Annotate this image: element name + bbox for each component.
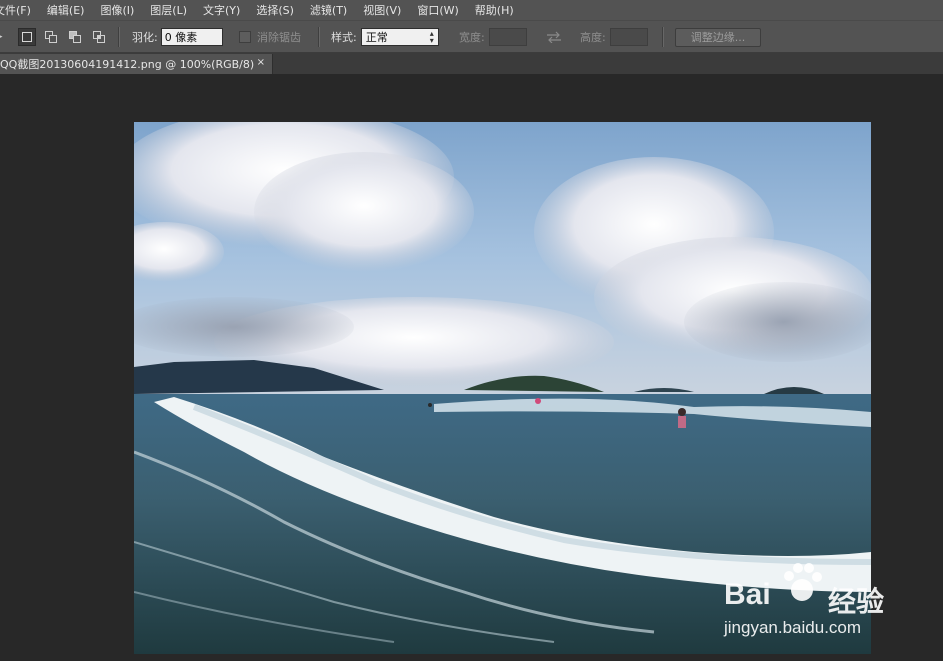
style-value: 正常 xyxy=(365,31,388,44)
watermark-url: jingyan.baidu.com xyxy=(724,618,862,637)
height-input[interactable] xyxy=(609,28,648,46)
width-group: 宽度: xyxy=(459,21,527,53)
swap-dimensions-button[interactable] xyxy=(546,21,562,53)
paw-logo-icon xyxy=(784,563,822,601)
intersect-selection-icon xyxy=(93,31,105,43)
antialias-group: 消除锯齿 xyxy=(239,21,301,53)
feather-label: 羽化: xyxy=(132,31,158,44)
baidu-watermark: Bai 经验 jingyan.baidu.com xyxy=(724,556,904,646)
menu-help[interactable]: 帮助(H) xyxy=(475,2,514,18)
menu-layer[interactable]: 图层(L) xyxy=(150,2,187,18)
menu-window[interactable]: 窗口(W) xyxy=(417,2,458,18)
antialias-checkbox[interactable] xyxy=(239,31,251,43)
menu-edit[interactable]: 编辑(E) xyxy=(47,2,85,18)
document-tab-bar: QQ截图20130604191412.png @ 100%(RGB/8) × xyxy=(0,53,943,74)
menu-select[interactable]: 选择(S) xyxy=(256,2,294,18)
options-separator xyxy=(118,27,120,47)
close-icon[interactable]: × xyxy=(257,57,265,68)
options-separator xyxy=(662,27,664,47)
subtract-from-selection-button[interactable] xyxy=(66,28,84,46)
height-label: 高度: xyxy=(580,31,606,44)
options-separator xyxy=(318,27,320,47)
intersect-selection-button[interactable] xyxy=(90,28,108,46)
antialias-label: 消除锯齿 xyxy=(257,31,301,44)
subtract-selection-icon xyxy=(69,31,81,43)
tool-preset-edge: ▸ xyxy=(0,32,3,42)
refine-edge-button[interactable]: 调整边缘... xyxy=(675,27,761,47)
menu-filter[interactable]: 滤镜(T) xyxy=(310,2,347,18)
select-arrows-icon: ▴ ▾ xyxy=(429,29,434,45)
watermark-brand: Bai xyxy=(724,578,771,611)
options-bar: ▸ 羽化: 消除锯齿 样式: 正常 ▴▾ 宽度: xyxy=(0,20,943,53)
width-label: 宽度: xyxy=(459,31,485,44)
style-group: 样式: 正常 ▴ ▾ xyxy=(331,21,439,53)
refine-edge-wrapper: 调整边缘... xyxy=(675,21,761,53)
feather-input[interactable] xyxy=(160,28,223,46)
width-input[interactable] xyxy=(488,28,527,46)
menu-view[interactable]: 视图(V) xyxy=(363,2,401,18)
add-selection-icon xyxy=(45,31,57,43)
add-to-selection-button[interactable] xyxy=(42,28,60,46)
new-selection-icon xyxy=(22,32,32,42)
swap-arrows-icon xyxy=(547,31,561,43)
style-select[interactable]: 正常 ▴ ▾ xyxy=(360,28,439,46)
menu-bar: 文件(F) 编辑(E) 图像(I) 图层(L) 文字(Y) 选择(S) 滤镜(T) 视图(V)… xyxy=(0,0,943,20)
feather-group: 羽化: xyxy=(132,21,223,53)
menu-type[interactable]: 文字(Y) xyxy=(203,2,240,18)
menu-image[interactable]: 图像(I) xyxy=(100,2,134,18)
menu-file[interactable]: 文件(F) xyxy=(0,2,31,18)
height-group: 高度: xyxy=(580,21,648,53)
new-selection-button[interactable] xyxy=(18,28,36,46)
document-tab-title: QQ截图20130604191412.png @ 100%(RGB/8) xyxy=(0,58,255,71)
watermark-suffix: 经验 xyxy=(828,585,885,618)
style-label: 样式: xyxy=(331,31,357,44)
selection-mode-group xyxy=(18,21,114,53)
document-tab[interactable]: QQ截图20130604191412.png @ 100%(RGB/8) × xyxy=(0,54,273,74)
